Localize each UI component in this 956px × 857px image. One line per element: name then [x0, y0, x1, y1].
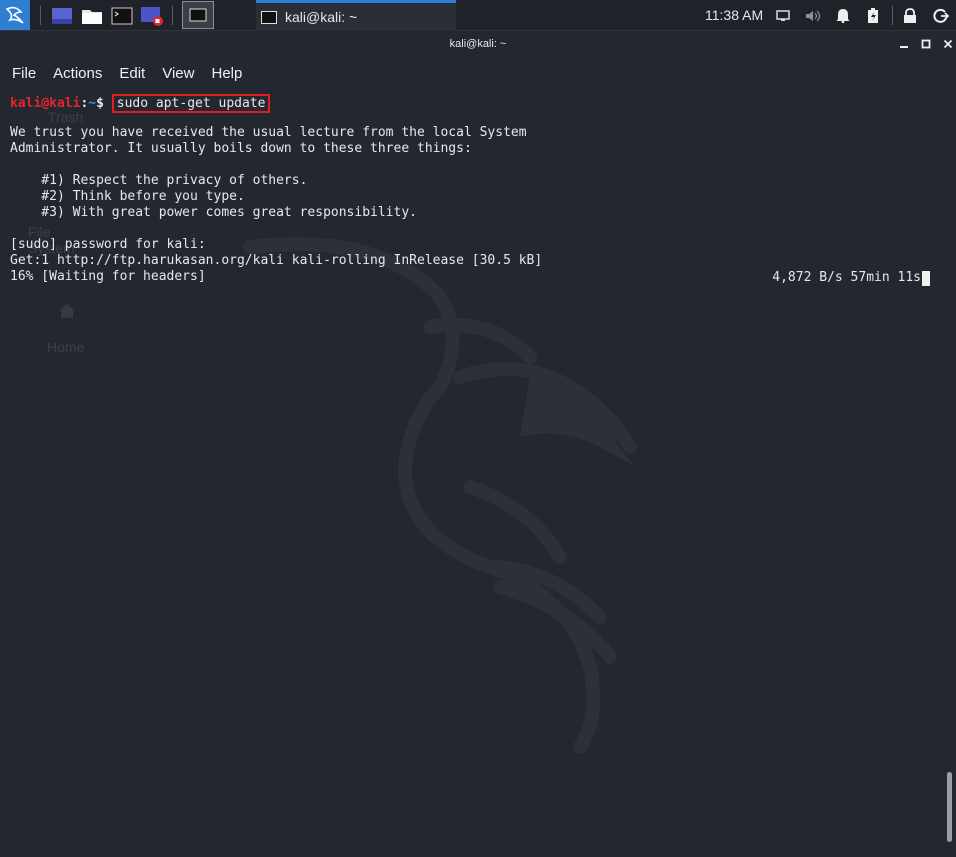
- kali-dragon-watermark: [243, 237, 637, 754]
- taskbar-terminal-button[interactable]: kali@kali: ~: [256, 0, 456, 31]
- panel-separator: [172, 6, 173, 25]
- home-folder-icon: [58, 303, 76, 323]
- terminal-scrollbar[interactable]: [944, 87, 956, 857]
- file-manager-icon[interactable]: [79, 3, 105, 28]
- kali-menu-icon[interactable]: [0, 0, 30, 30]
- prompt-user: kali: [10, 96, 42, 111]
- maximize-icon[interactable]: [918, 36, 934, 52]
- window-switcher-icon[interactable]: [182, 1, 214, 29]
- menu-edit[interactable]: Edit: [119, 65, 145, 82]
- logout-icon[interactable]: [930, 3, 952, 28]
- prompt-symbol: $: [96, 96, 104, 111]
- notification-icon[interactable]: [833, 3, 853, 28]
- text-cursor: [922, 270, 930, 286]
- download-rate: 4,872 B/s 57min 11s: [772, 270, 930, 286]
- desktop-trash-label: Trash: [48, 109, 84, 125]
- output-line: Administrator. It usually boils down to …: [10, 141, 472, 156]
- top-panel: kali@kali: ~ 11:38 AM: [0, 0, 956, 31]
- menu-actions[interactable]: Actions: [53, 65, 102, 82]
- output-line: #3) With great power comes great respons…: [10, 205, 417, 220]
- output-line: #1) Respect the privacy of others.: [10, 173, 308, 188]
- clock[interactable]: 11:38 AM: [705, 7, 763, 23]
- terminal-icon[interactable]: [109, 3, 135, 28]
- panel-separator: [892, 6, 893, 25]
- download-rate-text: 4,872 B/s 57min 11s: [772, 270, 921, 285]
- close-icon[interactable]: [940, 36, 956, 52]
- menu-help[interactable]: Help: [211, 65, 242, 82]
- command-text: sudo apt-get update: [111, 94, 271, 113]
- prompt-at: @: [41, 96, 50, 111]
- prompt-host: kali: [49, 96, 81, 111]
- window-titlebar[interactable]: kali@kali: ~: [0, 31, 956, 59]
- prompt-path: ~: [88, 96, 97, 111]
- volume-icon[interactable]: [803, 3, 823, 28]
- desktop-home-label: Home: [47, 339, 85, 355]
- window-title: kali@kali: ~: [449, 38, 507, 50]
- taskbar-terminal-label: kali@kali: ~: [285, 9, 358, 25]
- display-icon[interactable]: [774, 3, 792, 28]
- menu-file[interactable]: File: [12, 65, 36, 82]
- output-line: Get:1 http://ftp.harukasan.org/kali kali…: [10, 253, 543, 268]
- battery-icon[interactable]: [863, 3, 883, 28]
- menu-bar: File Actions Edit View Help: [0, 59, 956, 87]
- output-line: #2) Think before you type.: [10, 189, 245, 204]
- output-line: We trust you have received the usual lec…: [10, 125, 527, 140]
- scrollbar-thumb[interactable]: [947, 772, 952, 842]
- panel-separator: [40, 6, 41, 25]
- terminal-output[interactable]: Trash File System Home kali@kali:~$ sudo…: [0, 87, 944, 857]
- workspace-icon[interactable]: [49, 3, 75, 28]
- screen-recorder-icon[interactable]: [139, 3, 165, 28]
- menu-view[interactable]: View: [162, 65, 194, 82]
- lock-icon[interactable]: [900, 3, 920, 28]
- minimize-icon[interactable]: [896, 36, 912, 52]
- output-line: [sudo] password for kali:: [10, 237, 206, 252]
- output-line: 16% [Waiting for headers]: [10, 269, 206, 284]
- terminal-icon: [261, 10, 277, 24]
- prompt-line: kali@kali:~$ sudo apt-get update: [10, 94, 271, 113]
